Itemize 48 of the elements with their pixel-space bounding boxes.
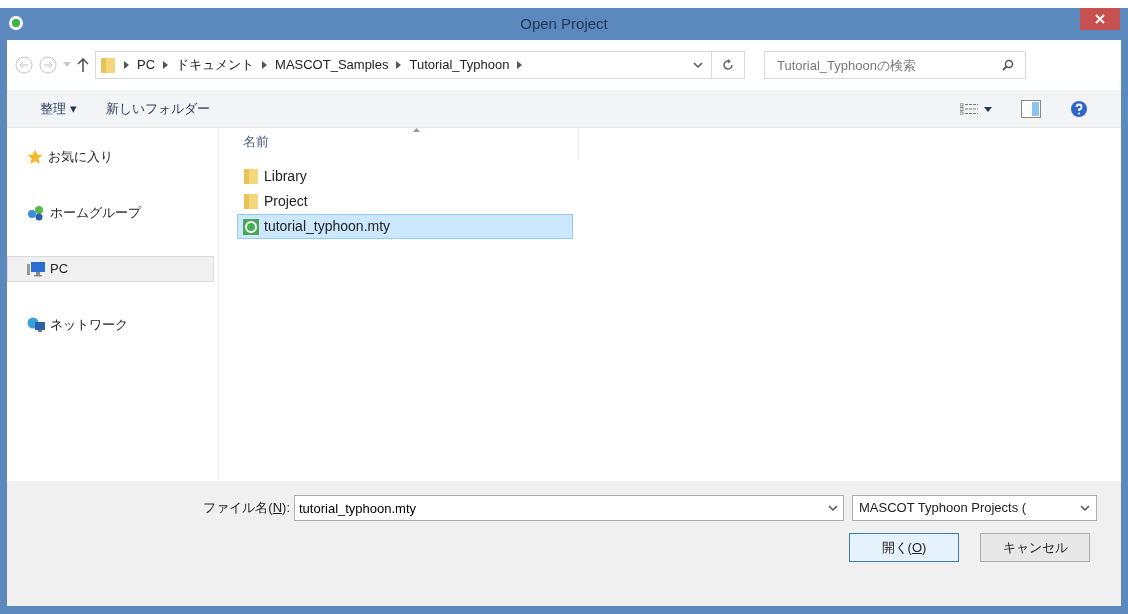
computer-icon <box>27 261 45 277</box>
breadcrumb-separator-icon <box>517 61 523 69</box>
sidebar-item[interactable]: ネットワーク <box>7 312 214 338</box>
file-item[interactable]: Library <box>237 164 573 189</box>
file-item[interactable]: Project <box>237 189 573 214</box>
breadcrumb-item[interactable]: ドキュメント <box>176 55 255 75</box>
search-field[interactable]: Tutorial_Typhoonの検索 <box>764 51 1026 79</box>
help-icon[interactable] <box>1070 99 1088 118</box>
open-button[interactable]: 開く(O) <box>849 533 959 562</box>
sidebar-item[interactable]: PC <box>7 256 214 282</box>
breadcrumb-item[interactable]: Tutorial_Typhoon <box>409 55 510 75</box>
folder-icon <box>100 56 116 74</box>
file-item[interactable]: tutorial_typhoon.mty <box>237 214 573 239</box>
file-type-dropdown[interactable]: MASCOT Typhoon Projects ( <box>852 495 1097 521</box>
filename-field[interactable]: tutorial_typhoon.mty <box>294 495 844 521</box>
close-icon <box>1095 14 1105 24</box>
breadcrumb-separator-icon <box>163 61 169 69</box>
sidebar-item[interactable]: お気に入り <box>7 144 214 170</box>
network-icon <box>27 317 45 333</box>
breadcrumb-item[interactable]: PC <box>137 55 156 75</box>
cancel-button[interactable]: キャンセル <box>980 533 1090 562</box>
breadcrumb-separator-icon <box>262 61 268 69</box>
refresh-icon[interactable] <box>722 59 734 71</box>
address-bar[interactable]: PC ドキュメント MASCOT_Samples Tutorial_Typhoon <box>95 51 745 79</box>
breadcrumb-separator-icon <box>396 61 402 69</box>
preview-pane-icon[interactable] <box>1021 99 1041 118</box>
view-options-icon[interactable] <box>960 102 992 115</box>
close-button[interactable] <box>1080 8 1120 30</box>
organize-menu[interactable]: 整理 ▾ <box>40 98 77 119</box>
filename-label: ファイル名(N): <box>202 499 290 518</box>
star-icon <box>27 149 43 165</box>
up-arrow-icon[interactable] <box>77 58 89 72</box>
folder-icon <box>243 168 259 185</box>
project-file-icon <box>243 218 259 235</box>
chevron-down-icon <box>1080 504 1090 512</box>
new-folder-button[interactable]: 新しいフォルダー <box>105 98 210 119</box>
chevron-down-icon <box>828 505 838 512</box>
sidebar-item[interactable]: ホームグループ <box>7 200 214 226</box>
app-logo-icon <box>8 15 24 31</box>
window-title: Open Project <box>520 13 608 34</box>
search-icon <box>1002 59 1014 71</box>
breadcrumb-item[interactable]: MASCOT_Samples <box>275 55 389 75</box>
breadcrumb-separator-icon <box>124 61 129 69</box>
chevron-down-icon[interactable] <box>693 61 703 69</box>
sort-arrow-icon <box>413 128 420 132</box>
homegroup-icon <box>27 205 45 221</box>
column-header[interactable]: 名前 <box>237 128 579 158</box>
folder-icon <box>243 193 259 210</box>
